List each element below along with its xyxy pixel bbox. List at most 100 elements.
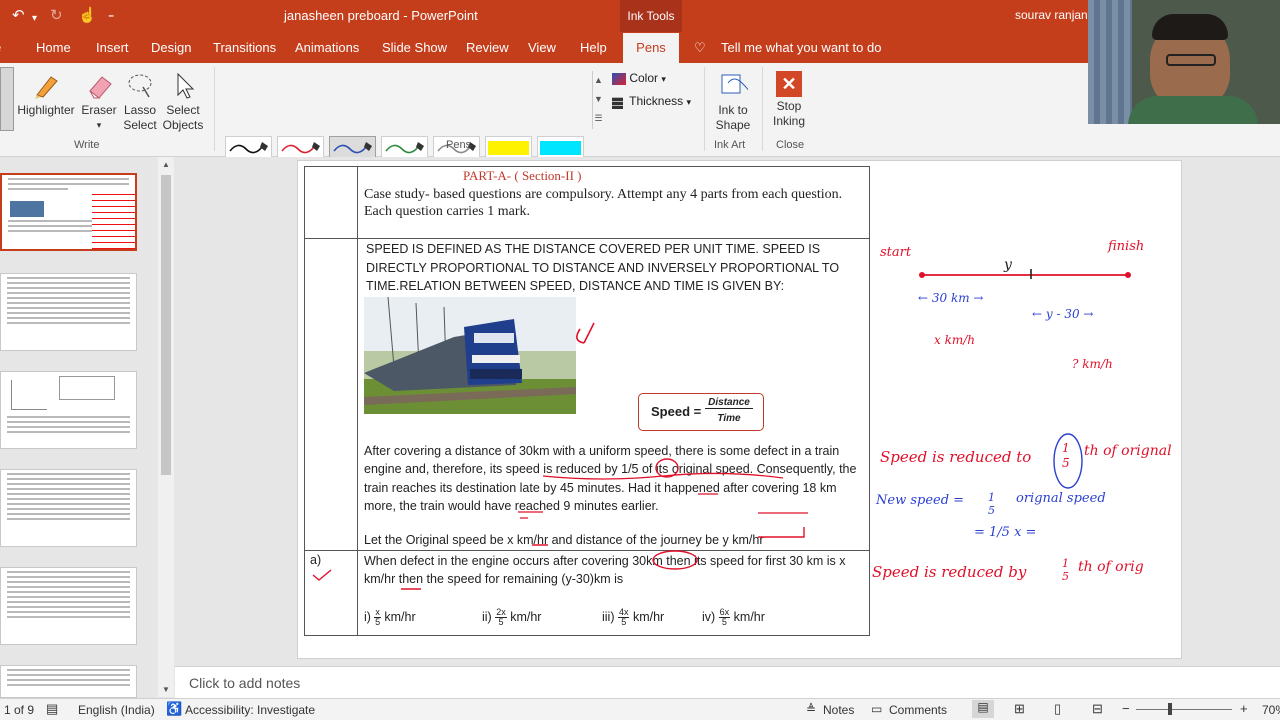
slide-thumbnail-1[interactable] [0,173,137,251]
undo-icon[interactable]: ↶ [12,7,25,25]
comments-button[interactable]: Comments [889,703,947,717]
webcam-shirt [1128,96,1258,124]
lasso-icon [128,74,152,98]
pen-color-icon [228,141,269,155]
stop-inking-button[interactable]: ✕ Stop Inking [768,71,810,129]
slide-canvas[interactable]: PART-A- ( Section-II ) Case study- based… [297,160,1182,659]
stop-inking-label: Stop Inking [772,99,806,128]
pens-group-label: Pens [446,139,472,151]
tab-design[interactable]: Design [151,40,191,55]
pen-swatch[interactable] [537,136,584,158]
notes-pane[interactable]: Click to add notes [175,666,1280,698]
scroll-down-icon[interactable]: ▼ [158,685,174,694]
notes-icon[interactable]: ≜ [806,702,816,716]
tab-review[interactable]: Review [466,40,509,55]
thumb-ink [92,189,135,249]
ink-fraction: 15 [1062,441,1070,471]
pen-swatch[interactable] [277,136,324,158]
pen-swatch[interactable] [329,136,376,158]
scrollbar-thumb[interactable] [161,175,171,475]
tab-home[interactable]: Home [36,40,71,55]
webcam-glasses [1166,54,1216,66]
ink-nsf-num: 1 [988,491,995,504]
slide-thumbnail-5[interactable] [0,567,137,645]
normal-view-icon[interactable]: ▤ [972,700,994,718]
ink-y: y [1004,257,1012,273]
language-indicator[interactable]: English (India) [78,703,155,717]
webcam-hair [1152,14,1228,40]
thickness-button[interactable]: ▬ ▬ ▬ Thickness ▾ [612,92,691,111]
eraser-dropdown-icon[interactable]: ▾ [80,118,118,133]
ink-equation: = 1/5 x = [974,525,1037,540]
scroll-up-icon[interactable]: ▲ [158,160,174,169]
ink-finish: finish [1108,239,1145,254]
spellcheck-icon[interactable]: ▤ [46,701,58,717]
ink-y-30: ← y - 30 → [1032,307,1094,321]
tab-pens[interactable]: Pens [623,33,679,63]
tab-transitions[interactable]: Transitions [213,40,276,55]
ink-to-shape-label: Ink to Shape [715,103,751,132]
select-objects-button[interactable]: Select Objects [160,71,206,133]
pen-swatch[interactable] [225,136,272,158]
accessibility-status[interactable]: Accessibility: Investigate [185,703,315,717]
ink-reduced-by-fraction: 15 [1062,557,1069,583]
pens-gallery-scroll[interactable]: ▲ ▼ ☰ [592,71,604,129]
ink-art-group-label: Ink Art [714,139,746,151]
zoom-out-icon[interactable]: − [1122,701,1130,716]
ink-reduced-to: Speed is reduced to [880,448,1032,466]
pen-color-icon [384,141,425,155]
tab-insert[interactable]: Insert [96,40,129,55]
ink-to-shape-icon [721,74,751,94]
highlighter-label: Highlighter [17,103,75,117]
pen-swatch[interactable] [485,136,532,158]
ink-nsf-den: 5 [988,504,995,517]
customize-qat-icon[interactable]: ⁼ [108,9,114,27]
notes-button[interactable]: Notes [823,703,854,717]
reading-view-icon[interactable]: ▯ [1054,701,1061,717]
slide-thumbnail-2[interactable] [0,273,137,351]
thumb-train-image [10,201,44,217]
zoom-level[interactable]: 70% [1262,703,1280,717]
user-name[interactable]: sourav ranjan [1015,8,1088,22]
webcam-curtain [1088,0,1132,124]
tab-slide-show[interactable]: Slide Show [382,40,447,55]
accessibility-icon[interactable]: ♿ [166,701,182,717]
thumbnail-scrollbar[interactable]: ▲ ▼ [158,157,174,697]
comments-icon[interactable]: ▭ [871,702,882,716]
status-bar: 1 of 9 ▤ English (India) ♿ Accessibility… [0,698,1280,720]
slide-counter: 1 of 9 [4,703,35,717]
slide-thumbnail-pane[interactable] [0,157,175,698]
ink-start: start [880,245,912,260]
pen-swatch[interactable] [381,136,428,158]
lasso-select-button[interactable]: Lasso Select [120,71,160,133]
slide-thumbnail-3[interactable] [0,371,137,449]
redo-icon[interactable]: ↻ [50,7,63,25]
slide-thumbnail-4[interactable] [0,469,137,547]
tab-help[interactable]: Help [580,40,607,55]
tab-file[interactable]: e [0,40,1,55]
slideshow-view-icon[interactable]: ⊟ [1092,701,1103,717]
tab-view[interactable]: View [528,40,556,55]
color-dropdown-icon: ▾ [661,74,666,84]
slide-thumbnail-6[interactable] [0,665,137,698]
zoom-in-icon[interactable]: + [1240,701,1248,716]
group-separator [214,67,215,151]
ink-orignal-speed: orignal speed [1016,491,1106,506]
tell-me-search[interactable]: Tell me what you want to do [721,40,881,55]
zoom-slider[interactable] [1136,709,1232,710]
undo-dropdown-icon[interactable]: ▾ [32,10,37,28]
color-button[interactable]: Color ▾ [612,71,666,85]
draw-tool-button[interactable] [0,67,14,131]
zoom-slider-thumb[interactable] [1168,703,1172,715]
slide-sorter-icon[interactable]: ⊞ [1014,701,1025,717]
webcam-overlay [1088,0,1280,124]
touch-mode-icon[interactable]: ☝ [78,7,97,25]
ink-to-shape-button[interactable]: Ink to Shape [712,71,754,133]
ink-rbf-num: 1 [1062,557,1069,570]
notes-placeholder[interactable]: Click to add notes [189,675,300,691]
pen-color-icon [488,141,529,155]
highlighter-button[interactable]: Highlighter [16,71,76,118]
tab-animations[interactable]: Animations [295,40,359,55]
eraser-button[interactable]: Eraser ▾ [80,71,118,133]
ink-fraction-num: 1 [1062,441,1070,455]
